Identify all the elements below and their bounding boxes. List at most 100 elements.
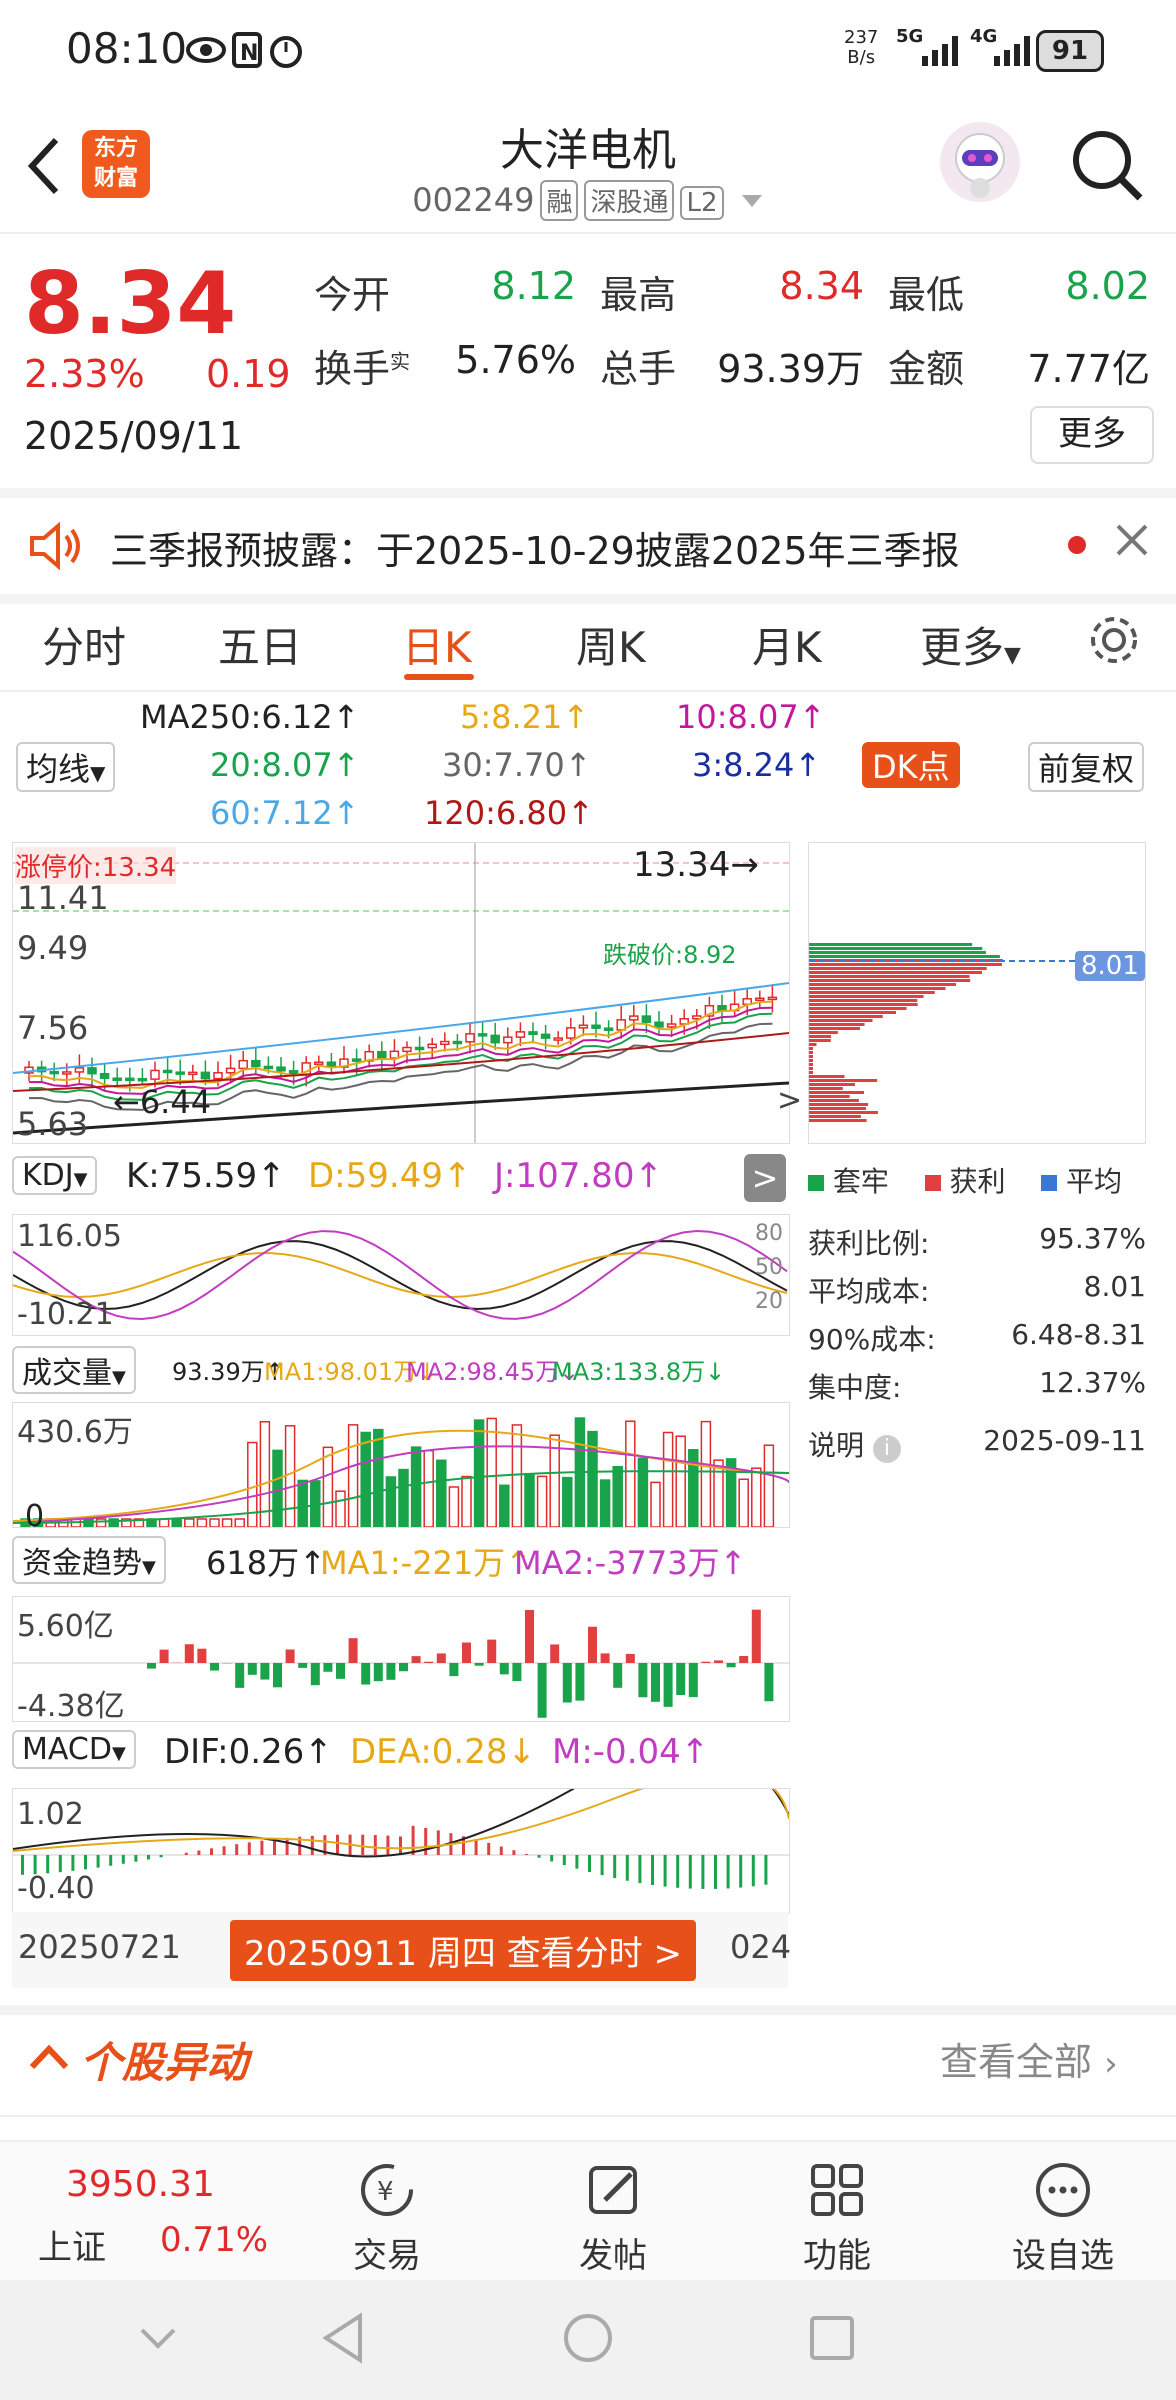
dk-point-button[interactable]: DK点	[862, 742, 960, 788]
tab-month-k[interactable]: 月K	[752, 614, 822, 675]
fund-bar	[714, 1660, 723, 1663]
chip-bar	[809, 1011, 897, 1014]
macd-bar	[499, 1846, 503, 1855]
chip-bar	[809, 1087, 843, 1090]
macd-bar	[273, 1839, 276, 1855]
tab-day-k[interactable]: 日K	[402, 614, 472, 675]
chip-bar	[809, 967, 987, 970]
chip-distribution-panel[interactable]: 8.01	[808, 842, 1146, 1144]
change-amt: 0.19	[206, 352, 291, 396]
tab-minute[interactable]: 分时	[42, 614, 126, 675]
chip-note[interactable]: 说明 i	[808, 1424, 901, 1464]
nav-add-watchlist[interactable]: 设自选	[988, 2160, 1138, 2277]
scroll-right-icon[interactable]: >	[777, 1083, 802, 1118]
kdj-k: K:75.59↑	[126, 1156, 286, 1196]
view-minute-button[interactable]: 20250911 周四 查看分时 >	[230, 1920, 696, 1981]
volume-bar	[335, 1490, 346, 1528]
volume-bar	[385, 1476, 397, 1528]
chip-histogram	[809, 943, 1145, 1122]
home-nav-icon[interactable]	[560, 2310, 616, 2370]
candle-body	[477, 1033, 488, 1037]
macd-bar	[764, 1855, 768, 1885]
macd-bar	[651, 1855, 654, 1885]
macd-bar	[436, 1830, 440, 1855]
fund-bar	[512, 1663, 522, 1682]
volume-bar	[511, 1424, 523, 1528]
candle-body	[288, 1070, 299, 1075]
close-icon[interactable]	[1114, 522, 1150, 562]
nav-post[interactable]: 发帖	[538, 2160, 688, 2277]
more-quote-button[interactable]: 更多	[1030, 406, 1154, 464]
volume-bar	[297, 1479, 308, 1528]
yuan-cycle-icon: ¥	[361, 2164, 413, 2216]
macd-bar	[58, 1855, 62, 1873]
chip-bar	[809, 1115, 861, 1118]
candle-body	[87, 1067, 97, 1075]
back-nav-icon[interactable]	[318, 2310, 368, 2370]
fund-bar	[562, 1663, 572, 1703]
dropdown-icon[interactable]	[740, 181, 764, 219]
view-all-link[interactable]: 查看全部 ›	[940, 2031, 1118, 2086]
fund-select-button[interactable]: 资金趋势▼	[12, 1536, 166, 1584]
chip-concentration-value: 12.37%	[1039, 1366, 1146, 1399]
tab-five-day[interactable]: 五日	[218, 614, 302, 675]
search-icon[interactable]	[1070, 128, 1146, 208]
macd-bar	[424, 1827, 428, 1855]
fund-bar	[336, 1663, 345, 1679]
candlestick-panel[interactable]: 涨停价:13.34 11.41 9.49 7.56 5.63 13.34→ ←6…	[12, 842, 802, 1144]
chevron-up-icon[interactable]	[26, 2035, 72, 2085]
nav-functions[interactable]: 功能	[762, 2160, 912, 2277]
fund-bar	[411, 1656, 421, 1663]
adjust-button[interactable]: 前复权	[1028, 742, 1145, 792]
fund-bar	[424, 1661, 434, 1663]
candle-body	[200, 1071, 211, 1080]
macd-bar	[159, 1855, 163, 1858]
macd-select-button[interactable]: MACD▼	[12, 1730, 136, 1769]
candle-body	[503, 1036, 513, 1044]
chip-bar	[809, 1027, 861, 1030]
collapse-arrow-icon[interactable]: >	[744, 1154, 786, 1202]
chip-bar	[809, 963, 1002, 966]
tab-more[interactable]: 更多▼	[920, 614, 1021, 675]
volume-bar	[247, 1441, 258, 1528]
recent-apps-icon[interactable]	[806, 2312, 858, 2368]
macd-bar	[222, 1846, 226, 1855]
robot-assistant-icon[interactable]	[940, 122, 1020, 202]
nav-trade[interactable]: ¥ 交易	[312, 2160, 462, 2277]
ma-select-button[interactable]: 均线▼	[16, 742, 116, 792]
chip-bar	[809, 1067, 813, 1070]
settings-gear-icon[interactable]	[1086, 612, 1142, 672]
volume-select-button[interactable]: 成交量▼	[12, 1346, 136, 1394]
vol-high: 430.6万	[17, 1415, 133, 1450]
fund-bar	[751, 1609, 761, 1663]
fund-bar	[474, 1663, 484, 1666]
ma5-line	[28, 1000, 773, 1089]
candle-body	[767, 996, 778, 1001]
hide-keyboard-icon[interactable]	[136, 2316, 180, 2364]
tab-week-k[interactable]: 周K	[576, 614, 646, 675]
fund-bar	[197, 1648, 207, 1663]
kdj-select-button[interactable]: KDJ▼	[12, 1156, 98, 1195]
chip-bar	[809, 1071, 813, 1074]
y-label-4: 5.63	[17, 1105, 89, 1143]
macd-bar	[399, 1836, 402, 1855]
chip-bar	[809, 951, 986, 954]
chip-bar	[809, 995, 924, 998]
macd-bar	[714, 1855, 717, 1889]
candle-body	[238, 1059, 248, 1070]
candle-body	[414, 1046, 425, 1051]
fund-high: 5.60亿	[17, 1609, 114, 1644]
fund-bar	[613, 1663, 623, 1688]
macd-bar	[625, 1855, 629, 1881]
macd-bar	[600, 1855, 604, 1876]
stock-movement-section: 个股异动 查看全部 ›	[0, 2005, 1176, 2135]
index-value[interactable]: 3950.31	[66, 2164, 215, 2205]
net-speed: 237 B/s	[844, 27, 879, 68]
macd-m: M:-0.04↑	[552, 1732, 710, 1772]
chip-bar	[809, 1007, 907, 1010]
chip-bar	[809, 1079, 878, 1082]
kdj-low: -10.21	[17, 1297, 114, 1332]
volume-bar	[713, 1459, 724, 1528]
fund-bar	[323, 1663, 333, 1672]
notice-bar[interactable]: 三季报预披露：于2025-10-29披露2025年三季报	[0, 488, 1176, 604]
